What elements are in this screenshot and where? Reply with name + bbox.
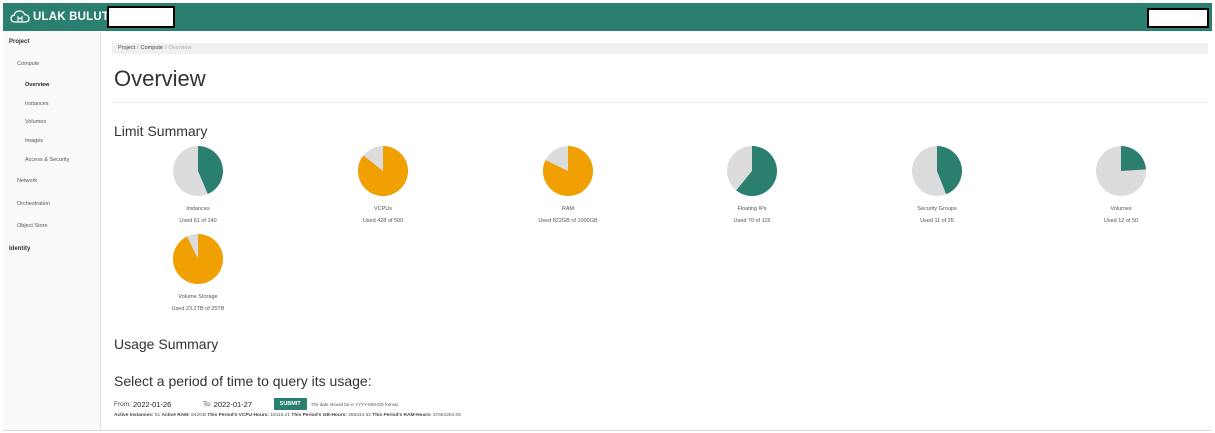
gb-hours-label: This Period's GB-Hours: bbox=[291, 413, 347, 418]
pie-security-groups-label: Security Groups bbox=[917, 206, 957, 212]
active-ram-value: 842GB bbox=[191, 413, 207, 418]
from-date-input[interactable]: 2022-01-26 bbox=[133, 400, 203, 409]
pie-volumes-label: Volumes bbox=[1110, 206, 1132, 212]
submit-button[interactable]: SUBMIT bbox=[273, 398, 307, 410]
pie-volumes-usage: Used 12 of 50 bbox=[1103, 218, 1139, 224]
pie-floating-ips-label: Floating IPs bbox=[737, 206, 767, 212]
usage-totals: Active Instances: 61 Active RAM: 842GB T… bbox=[114, 413, 461, 418]
pie-used-slice bbox=[1121, 146, 1146, 171]
usage-query-form: From: 2022-01-26 To: 2022-01-27 SUBMIT T… bbox=[114, 397, 399, 411]
cloud-logo-icon bbox=[10, 10, 30, 23]
sidebar-item-access-security[interactable]: Access & Security bbox=[25, 157, 69, 163]
breadcrumb-project[interactable]: Project bbox=[118, 45, 135, 51]
query-period-title: Select a period of time to query its usa… bbox=[114, 373, 372, 389]
pie-used-slice bbox=[173, 234, 223, 284]
active-ram-label: Active RAM: bbox=[161, 413, 190, 418]
brand-name: ULAK BULUT bbox=[33, 11, 110, 23]
breadcrumb-overview: Overview bbox=[168, 45, 192, 51]
vcpu-hours-label: This Period's VCPU-Hours: bbox=[207, 413, 270, 418]
pie-volumes-chart bbox=[1096, 146, 1146, 196]
pie-volume-storage-label: Volume Storage bbox=[178, 294, 218, 300]
pie-security-groups: Security Groups Used 11 of 25 bbox=[877, 145, 997, 224]
pie-floating-ips: Floating IPs Used 70 of 115 bbox=[692, 145, 812, 224]
sidebar-item-orchestration[interactable]: Orchestration bbox=[17, 201, 50, 207]
title-divider bbox=[112, 102, 1208, 103]
pie-ram-chart bbox=[543, 146, 593, 196]
page-title: Overview bbox=[114, 66, 206, 91]
pie-ram-label: RAM bbox=[561, 206, 575, 212]
sidebar-item-compute[interactable]: Compute bbox=[17, 61, 39, 67]
vcpu-hours-value: 19115.21 bbox=[270, 413, 291, 418]
to-label: To: bbox=[202, 400, 212, 408]
pie-instances-usage: Used 61 of 140 bbox=[179, 218, 217, 224]
ram-hours-value: 37664254.05 bbox=[432, 413, 461, 418]
pie-volume-storage-usage: Used 23.2TB of 25TB bbox=[171, 306, 225, 312]
sidebar-item-object-store[interactable]: Object Store bbox=[17, 223, 48, 229]
sidebar-item-volumes[interactable]: Volumes bbox=[25, 119, 46, 125]
pie-vcpus-usage: Used 428 of 500 bbox=[362, 218, 404, 224]
sidebar-item-project[interactable]: Project bbox=[9, 39, 29, 45]
pie-instances-label: Instances bbox=[186, 206, 210, 212]
limit-summary-title: Limit Summary bbox=[114, 123, 208, 139]
pie-volume-storage: Volume Storage Used 23.2TB of 25TB bbox=[138, 233, 258, 312]
pie-volume-storage-chart bbox=[173, 234, 223, 284]
active-instances-label: Active Instances: bbox=[114, 413, 154, 418]
pie-floating-ips-usage: Used 70 of 115 bbox=[733, 218, 771, 224]
active-instances-value: 61 bbox=[154, 413, 161, 418]
pie-volumes: Volumes Used 12 of 50 bbox=[1061, 145, 1181, 224]
pie-vcpus-chart bbox=[358, 146, 408, 196]
brand-logo[interactable]: ULAK BULUT bbox=[10, 6, 109, 28]
date-format-help: The date should be in YYYY-MM-DD format. bbox=[310, 401, 400, 407]
breadcrumb: Project / Compute / Overview bbox=[112, 43, 1208, 54]
pie-security-groups-chart bbox=[912, 146, 962, 196]
gb-hours-value: 266334.62 bbox=[348, 413, 371, 418]
pie-floating-ips-chart bbox=[727, 146, 777, 196]
pie-instances: Instances Used 61 of 140 bbox=[138, 145, 258, 224]
sidebar-item-overview[interactable]: Overview bbox=[25, 82, 49, 88]
sidebar-item-images[interactable]: Images bbox=[25, 138, 43, 144]
user-menu-redacted[interactable] bbox=[1147, 8, 1209, 28]
sidebar-item-instances[interactable]: Instances bbox=[25, 101, 49, 107]
pie-ram-usage: Used 822GB of 1000GB bbox=[538, 218, 598, 224]
pie-instances-chart bbox=[173, 146, 223, 196]
sidebar: Project Compute Overview Instances Volum… bbox=[3, 31, 101, 431]
usage-summary-title: Usage Summary bbox=[114, 336, 219, 352]
pie-security-groups-usage: Used 11 of 25 bbox=[920, 218, 954, 224]
breadcrumb-compute[interactable]: Compute bbox=[141, 45, 163, 51]
from-label: From: bbox=[114, 400, 131, 408]
to-date-input[interactable]: 2022-01-27 bbox=[214, 400, 274, 409]
bottom-divider bbox=[3, 430, 1212, 431]
pie-vcpus-label: VCPUs bbox=[373, 206, 393, 212]
sidebar-item-network[interactable]: Network bbox=[17, 178, 37, 184]
pie-ram: RAM Used 822GB of 1000GB bbox=[508, 145, 628, 224]
pie-vcpus: VCPUs Used 428 of 500 bbox=[323, 145, 443, 224]
sidebar-item-identity[interactable]: Identity bbox=[9, 246, 30, 252]
project-selector-redacted[interactable] bbox=[107, 6, 175, 28]
ram-hours-label: This Period's RAM-Hours: bbox=[372, 413, 432, 418]
top-navbar: ULAK BULUT bbox=[3, 3, 1212, 31]
